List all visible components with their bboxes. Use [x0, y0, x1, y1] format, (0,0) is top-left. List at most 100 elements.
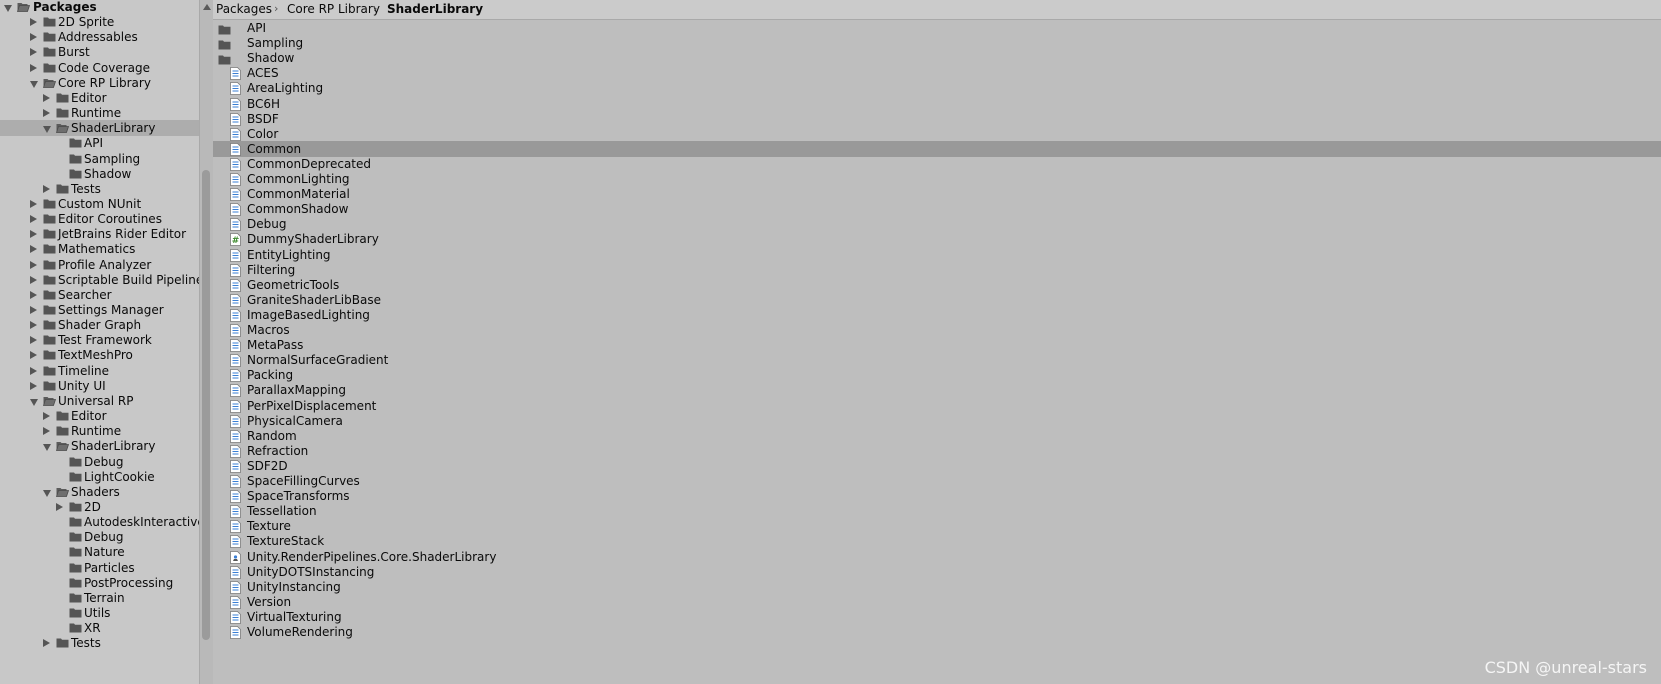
tree-item-shaderlibrary[interactable]: ShaderLibrary [0, 120, 199, 137]
tree-item-lightcookie[interactable]: LightCookie [0, 469, 199, 485]
file-item-packing[interactable]: Packing [213, 367, 1661, 383]
collapsed-arrow-icon[interactable] [30, 215, 37, 224]
file-item-shadow[interactable]: Shadow [213, 50, 1661, 66]
tree-item-2d[interactable]: 2D [0, 499, 199, 515]
collapsed-arrow-icon[interactable] [30, 336, 37, 345]
tree-item-2d-sprite[interactable]: 2D Sprite [0, 14, 199, 30]
file-item-spacetransforms[interactable]: SpaceTransforms [213, 488, 1661, 504]
collapsed-arrow-icon[interactable] [56, 502, 63, 511]
tree-item-code-coverage[interactable]: Code Coverage [0, 60, 199, 76]
collapsed-arrow-icon[interactable] [30, 63, 37, 72]
tree-item-editor[interactable]: Editor [0, 408, 199, 424]
tree-item-xr[interactable]: XR [0, 620, 199, 636]
tree-item-debug[interactable]: Debug [0, 454, 199, 470]
tree-item-editor[interactable]: Editor [0, 90, 199, 106]
file-item-commonmaterial[interactable]: CommonMaterial [213, 186, 1661, 202]
collapsed-arrow-icon[interactable] [30, 381, 37, 390]
collapsed-arrow-icon[interactable] [30, 306, 37, 314]
file-item-sdf2d[interactable]: SDF2D [213, 458, 1661, 474]
file-item-unityinstancing[interactable]: UnityInstancing [213, 579, 1661, 595]
tree-item-nature[interactable]: Nature [0, 544, 199, 560]
tree-item-packages[interactable]: Packages [0, 0, 199, 15]
scroll-up-arrow-icon[interactable] [203, 4, 211, 10]
breadcrumb-item-shaderlibrary[interactable]: ShaderLibrary [387, 2, 483, 16]
tree-item-debug[interactable]: Debug [0, 529, 199, 545]
tree-scrollbar[interactable] [199, 0, 213, 684]
collapsed-arrow-icon[interactable] [43, 93, 50, 102]
file-item-random[interactable]: Random [213, 428, 1661, 444]
expanded-arrow-icon[interactable] [43, 444, 51, 452]
tree-item-editor-coroutines[interactable]: Editor Coroutines [0, 211, 199, 227]
file-item-arealighting[interactable]: AreaLighting [213, 80, 1661, 96]
collapsed-arrow-icon[interactable] [30, 260, 37, 269]
project-folder-tree[interactable]: Packages 2D Sprite Addressables Burst Code C… [0, 0, 199, 684]
tree-item-runtime[interactable]: Runtime [0, 423, 199, 439]
collapsed-arrow-icon[interactable] [30, 366, 37, 375]
tree-item-sampling[interactable]: Sampling [0, 151, 199, 167]
file-list[interactable]: API Sampling Shadow ACES AreaLighting BC6H BSD… [213, 20, 1661, 684]
collapsed-arrow-icon[interactable] [30, 33, 37, 42]
file-item-imagebasedlighting[interactable]: ImageBasedLighting [213, 307, 1661, 323]
file-item-common[interactable]: Common [213, 140, 1661, 157]
tree-item-runtime[interactable]: Runtime [0, 105, 199, 121]
file-item-dummyshaderlibrary[interactable]: # DummyShaderLibrary [213, 231, 1661, 247]
tree-item-searcher[interactable]: Searcher [0, 287, 199, 303]
file-item-perpixeldisplacement[interactable]: PerPixelDisplacement [213, 398, 1661, 414]
tree-item-profile-analyzer[interactable]: Profile Analyzer [0, 257, 199, 273]
file-item-texture[interactable]: Texture [213, 518, 1661, 534]
collapsed-arrow-icon[interactable] [30, 321, 37, 330]
tree-item-settings-manager[interactable]: Settings Manager [0, 302, 199, 318]
file-item-version[interactable]: Version [213, 594, 1661, 610]
tree-item-autodeskinteractive[interactable]: AutodeskInteractive [0, 514, 199, 530]
tree-item-api[interactable]: API [0, 135, 199, 151]
file-item-entitylighting[interactable]: EntityLighting [213, 247, 1661, 263]
tree-item-shaderlibrary[interactable]: ShaderLibrary [0, 438, 199, 454]
breadcrumb-item-packages[interactable]: Packages [216, 2, 272, 16]
file-item-commonshadow[interactable]: CommonShadow [213, 201, 1661, 217]
collapsed-arrow-icon[interactable] [43, 109, 50, 118]
collapsed-arrow-icon[interactable] [30, 351, 37, 360]
file-item-unity-renderpipelines-core-shaderlibrary[interactable]: Unity.RenderPipelines.Core.ShaderLibrary [213, 549, 1661, 565]
tree-item-jetbrains-rider-editor[interactable]: JetBrains Rider Editor [0, 226, 199, 242]
tree-item-shadow[interactable]: Shadow [0, 166, 199, 182]
file-item-color[interactable]: Color [213, 126, 1661, 142]
file-item-debug[interactable]: Debug [213, 216, 1661, 232]
collapsed-arrow-icon[interactable] [43, 184, 50, 193]
file-item-commondeprecated[interactable]: CommonDeprecated [213, 156, 1661, 172]
tree-item-utils[interactable]: Utils [0, 605, 199, 621]
file-item-macros[interactable]: Macros [213, 322, 1661, 338]
collapsed-arrow-icon[interactable] [30, 18, 37, 27]
file-item-spacefillingcurves[interactable]: SpaceFillingCurves [213, 473, 1661, 489]
tree-item-unity-ui[interactable]: Unity UI [0, 378, 199, 394]
collapsed-arrow-icon[interactable] [30, 199, 37, 208]
file-item-virtualtexturing[interactable]: VirtualTexturing [213, 609, 1661, 625]
tree-item-particles[interactable]: Particles [0, 560, 199, 576]
file-item-unitydotsinstancing[interactable]: UnityDOTSInstancing [213, 564, 1661, 580]
collapsed-arrow-icon[interactable] [30, 275, 37, 284]
tree-item-burst[interactable]: Burst [0, 44, 199, 60]
tree-item-mathematics[interactable]: Mathematics [0, 241, 199, 257]
file-item-tessellation[interactable]: Tessellation [213, 503, 1661, 519]
file-item-aces[interactable]: ACES [213, 65, 1661, 81]
file-item-bc6h[interactable]: BC6H [213, 96, 1661, 112]
file-item-physicalcamera[interactable]: PhysicalCamera [213, 413, 1661, 429]
tree-item-postprocessing[interactable]: PostProcessing [0, 575, 199, 591]
expanded-arrow-icon[interactable] [43, 489, 51, 497]
file-item-api[interactable]: API [213, 20, 1661, 36]
collapsed-arrow-icon[interactable] [30, 48, 37, 57]
tree-item-custom-nunit[interactable]: Custom NUnit [0, 196, 199, 212]
collapsed-arrow-icon[interactable] [43, 412, 50, 421]
file-item-graniteshaderlibbase[interactable]: GraniteShaderLibBase [213, 292, 1661, 308]
file-item-geometrictools[interactable]: GeometricTools [213, 277, 1661, 293]
file-item-bsdf[interactable]: BSDF [213, 111, 1661, 127]
tree-item-textmeshpro[interactable]: TextMeshPro [0, 347, 199, 363]
breadcrumb-item-core-rp-library[interactable]: Core RP Library [287, 2, 380, 16]
tree-item-shaders[interactable]: Shaders [0, 484, 199, 500]
collapsed-arrow-icon[interactable] [30, 245, 37, 254]
collapsed-arrow-icon[interactable] [43, 427, 50, 436]
expanded-arrow-icon[interactable] [30, 398, 38, 406]
tree-item-timeline[interactable]: Timeline [0, 363, 199, 379]
file-item-texturestack[interactable]: TextureStack [213, 533, 1661, 549]
tree-item-tests[interactable]: Tests [0, 635, 199, 651]
expanded-arrow-icon[interactable] [43, 126, 51, 134]
